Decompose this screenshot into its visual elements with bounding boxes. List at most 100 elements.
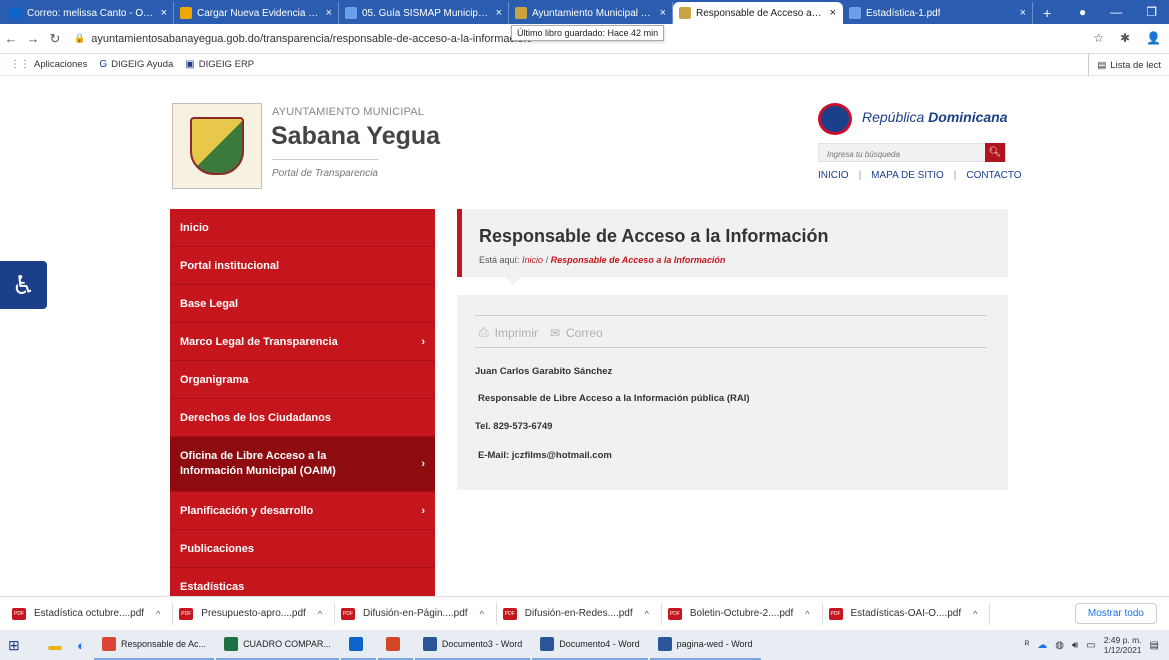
- edge-icon[interactable]: ◐: [68, 638, 94, 653]
- erp-icon: ▣: [185, 59, 195, 70]
- search-input[interactable]: [819, 146, 979, 163]
- email-label: Correo: [566, 325, 603, 340]
- link-mapa-de-sitio[interactable]: MAPA DE SITIO: [871, 170, 944, 181]
- breadcrumb-prefix: Está aquí:: [479, 255, 520, 265]
- download-item[interactable]: PDF Boletin-Octubre-2....pdf ^: [662, 602, 823, 625]
- reading-list-button[interactable]: ▤ Lista de lect: [1088, 54, 1169, 76]
- sidebar-item[interactable]: Base Legal: [170, 285, 435, 323]
- bookmark-item[interactable]: ⋮⋮ Aplicaciones: [10, 59, 87, 70]
- profile-icon[interactable]: ●: [1067, 5, 1098, 19]
- browser-tab[interactable]: Ayuntamiento Municipal de S ×: [509, 2, 673, 24]
- tab-label: Responsable de Acceso a la In: [696, 7, 824, 19]
- file-explorer-icon[interactable]: ▬: [42, 638, 68, 653]
- reload-icon[interactable]: ↻: [44, 31, 66, 47]
- sidebar-item[interactable]: Oficina de Libre Acceso a la Información…: [170, 437, 435, 492]
- download-item[interactable]: PDF Estadísticas-OAI-O....pdf ^: [823, 602, 991, 625]
- clock[interactable]: 2:49 p. m. 1/12/2021: [1104, 635, 1142, 655]
- envelope-icon: ✉: [549, 325, 560, 340]
- save-tooltip: Último libro guardado: Hace 42 min: [511, 25, 665, 41]
- breadcrumb-home-link[interactable]: Inicio: [522, 255, 543, 265]
- extensions-icon[interactable]: ✱: [1120, 31, 1130, 45]
- account-icon[interactable]: 👤: [1146, 31, 1161, 45]
- org-name[interactable]: Sabana Yegua: [271, 122, 440, 151]
- chevron-up-icon[interactable]: ^: [645, 609, 649, 619]
- taskbar-app-label: pagina-wed - Word: [676, 639, 753, 649]
- address-bar-actions: ☆ ✱ 👤: [1093, 31, 1161, 45]
- browser-tab-strip: Correo: melissa Canto - Outlo × Cargar Nue…: [0, 0, 1169, 24]
- language-icon[interactable]: ▭: [1086, 640, 1095, 651]
- sidebar-item[interactable]: Inicio: [170, 209, 435, 247]
- taskbar-app[interactable]: Documento3 - Word: [414, 630, 531, 660]
- chevron-up-icon[interactable]: ^: [318, 609, 322, 619]
- browser-tab[interactable]: 05. Guía SISMAP Municipal Fa ×: [339, 2, 509, 24]
- bookmark-item[interactable]: ▣ DIGEIG ERP: [185, 59, 254, 70]
- browser-tab[interactable]: Correo: melissa Canto - Outlo ×: [4, 2, 174, 24]
- browser-tab[interactable]: Estadística-1.pdf ×: [843, 2, 1033, 24]
- tab-favicon-icon: [679, 7, 691, 19]
- sidebar-item[interactable]: Organigrama: [170, 361, 435, 399]
- sidebar-item[interactable]: Portal institucional: [170, 247, 435, 285]
- url-field[interactable]: 🔒 ayuntamientosabanayegua.gob.do/transpa…: [74, 33, 533, 45]
- close-tab-icon[interactable]: ×: [320, 7, 332, 19]
- sidebar-item[interactable]: Planificación y desarrollo ›: [170, 492, 435, 530]
- taskbar-app[interactable]: [377, 630, 413, 660]
- bookmark-label: DIGEIG Ayuda: [111, 59, 174, 70]
- print-button[interactable]: ⎙ Imprimir: [479, 325, 538, 340]
- download-item[interactable]: PDF Presupuesto-apro....pdf ^: [173, 602, 336, 625]
- close-tab-icon[interactable]: ×: [490, 7, 502, 19]
- download-item[interactable]: PDF Estadística octubre....pdf ^: [6, 602, 174, 625]
- breadcrumb-separator: /: [545, 255, 549, 265]
- maximize-icon[interactable]: ❐: [1134, 5, 1169, 19]
- people-icon[interactable]: ᴿ: [1025, 640, 1030, 651]
- bookmark-item[interactable]: G DIGEIG Ayuda: [99, 59, 173, 70]
- close-tab-icon[interactable]: ×: [824, 7, 836, 19]
- star-icon[interactable]: ☆: [1093, 31, 1104, 45]
- notifications-icon[interactable]: ▤: [1150, 640, 1159, 651]
- web-page: AYUNTAMIENTO MUNICIPAL Sabana Yegua Port…: [0, 76, 1169, 596]
- municipal-logo[interactable]: [172, 103, 262, 189]
- windows-start-icon[interactable]: ⊞: [8, 637, 42, 654]
- country-name[interactable]: República Dominicana: [862, 109, 1008, 125]
- show-all-downloads-button[interactable]: Mostrar todo: [1074, 603, 1157, 624]
- browser-tab[interactable]: Responsable de Acceso a la In ×: [673, 2, 843, 24]
- tab-favicon-icon: [180, 7, 192, 19]
- taskbar-app[interactable]: [340, 630, 376, 660]
- close-tab-icon[interactable]: ×: [1014, 7, 1026, 19]
- app-icon: [422, 637, 437, 651]
- volume-icon[interactable]: 🔊︎: [1072, 640, 1078, 651]
- download-item[interactable]: PDF Difusión-en-Redes....pdf ^: [497, 602, 662, 625]
- minimize-icon[interactable]: —: [1098, 5, 1134, 19]
- taskbar-app[interactable]: Responsable de Ac...: [94, 630, 215, 660]
- back-icon[interactable]: ←: [0, 31, 22, 46]
- sidebar-item-label: Estadísticas: [180, 580, 245, 593]
- chevron-up-icon[interactable]: ^: [156, 609, 160, 619]
- taskbar-app[interactable]: Documento4 - Word: [532, 630, 648, 660]
- chevron-up-icon[interactable]: ^: [973, 609, 977, 619]
- browser-tab[interactable]: Cargar Nueva Evidencia - SISM×: [174, 2, 339, 24]
- chevron-right-icon: ›: [421, 335, 425, 348]
- sidebar-item-label: Derechos de los Ciudadanos: [180, 411, 331, 424]
- sidebar-item[interactable]: Estadísticas: [170, 568, 435, 596]
- close-tab-icon[interactable]: ×: [155, 7, 167, 19]
- new-tab-button[interactable]: +: [1033, 2, 1061, 24]
- search-icon[interactable]: 🔍︎: [985, 143, 1005, 162]
- sidebar-item[interactable]: Marco Legal de Transparencia ›: [170, 323, 435, 361]
- sidebar-item[interactable]: Derechos de los Ciudadanos: [170, 399, 435, 437]
- network-icon[interactable]: ◍: [1055, 640, 1064, 651]
- taskbar-app[interactable]: CUADRO COMPAR...: [216, 630, 339, 660]
- close-tab-icon[interactable]: ×: [654, 7, 666, 19]
- link-contacto[interactable]: CONTACTO: [966, 170, 1021, 181]
- accessibility-icon[interactable]: ♿︎: [0, 261, 47, 309]
- taskbar-app[interactable]: pagina-wed - Word: [649, 630, 761, 660]
- download-item[interactable]: PDF Difusión-en-Págin....pdf ^: [335, 602, 497, 625]
- onedrive-icon[interactable]: ☁: [1037, 640, 1047, 651]
- sidebar-item-label: Planificación y desarrollo: [180, 504, 314, 517]
- link-inicio[interactable]: INICIO: [818, 170, 849, 181]
- chevron-up-icon[interactable]: ^: [480, 609, 484, 619]
- forward-icon[interactable]: →: [22, 31, 44, 46]
- app-icon: [657, 637, 672, 651]
- sidebar-item[interactable]: Publicaciones: [170, 530, 435, 568]
- chevron-right-icon: ›: [421, 504, 425, 517]
- chevron-up-icon[interactable]: ^: [805, 609, 809, 619]
- email-button[interactable]: ✉ Correo: [550, 326, 603, 340]
